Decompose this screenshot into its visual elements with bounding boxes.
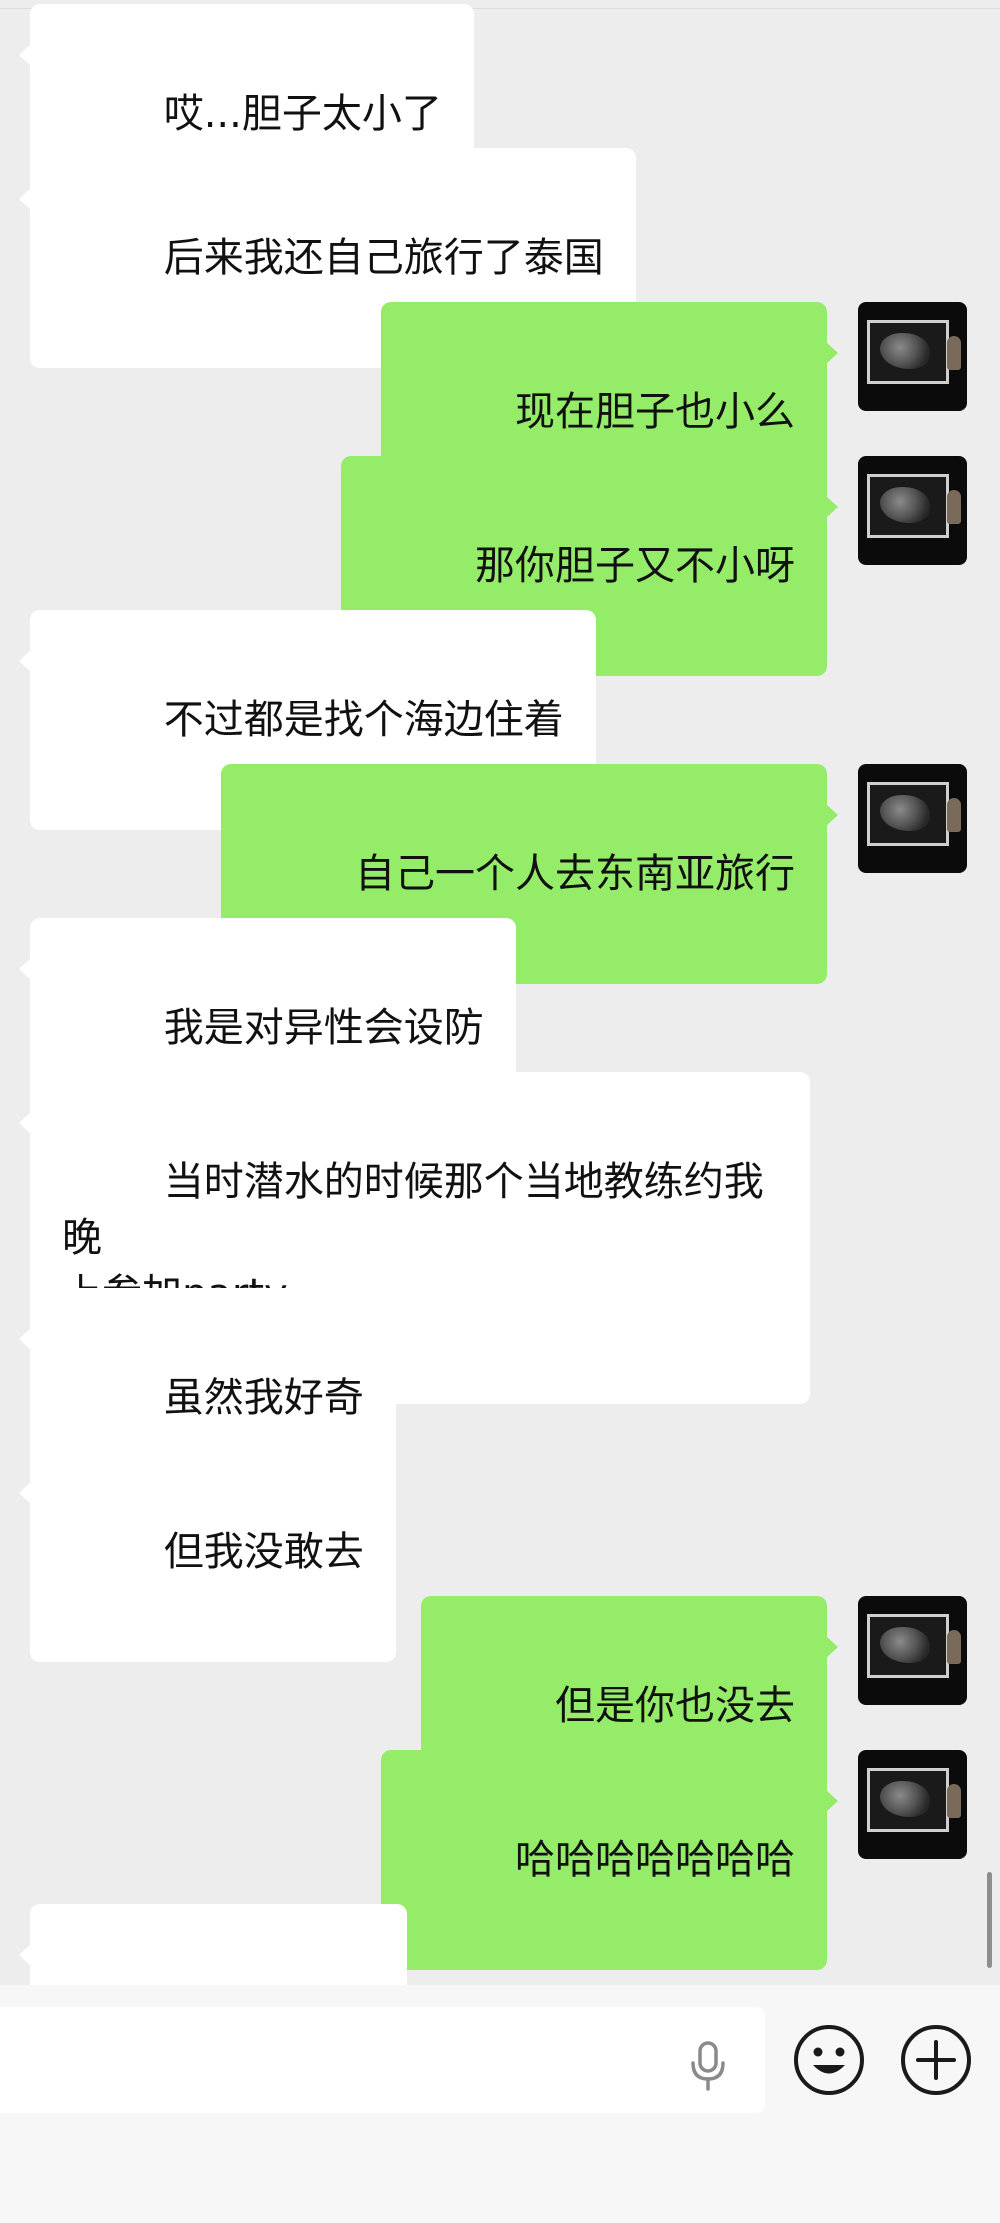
more-functions-button[interactable] <box>898 2022 974 2098</box>
emoji-button[interactable] <box>791 2022 867 2098</box>
user-avatar[interactable] <box>858 302 967 411</box>
message-text: 不过都是找个海边住着 <box>163 697 564 743</box>
received-message-bubble[interactable]: 但我没敢去 <box>19 1442 396 1662</box>
received-message-bubble[interactable]: 😂😂😂😂 <box>19 1904 407 1985</box>
message-list[interactable]: 哎...胆子太小了 后来我还自己旅行了泰国 现在胆子也小么 那你胆子又不小呀 不… <box>0 0 1000 1985</box>
sent-message-bubble[interactable]: 哈哈哈哈哈哈哈 <box>381 1750 838 1970</box>
avatar-figure <box>947 1784 961 1818</box>
avatar-figure <box>947 798 961 832</box>
avatar-picture-frame <box>867 320 949 384</box>
message-text: 现在胆子也小么 <box>515 389 795 435</box>
scrollbar[interactable] <box>987 1872 992 1968</box>
message-text: 后来我还自己旅行了泰国 <box>163 235 604 281</box>
message-text: 哎...胆子太小了 <box>163 91 442 137</box>
input-bar <box>0 1985 1000 2223</box>
avatar-figure <box>947 336 961 370</box>
message-text: 哈哈哈哈哈哈哈 <box>515 1837 795 1883</box>
avatar-figure <box>947 1630 961 1664</box>
user-avatar[interactable] <box>858 1750 967 1859</box>
avatar-picture-frame <box>867 1768 949 1832</box>
user-avatar[interactable] <box>858 1596 967 1705</box>
message-text: 自己一个人去东南亚旅行 <box>355 851 795 897</box>
chat-screen: 哎...胆子太小了 后来我还自己旅行了泰国 现在胆子也小么 那你胆子又不小呀 不… <box>0 0 1000 2223</box>
avatar-picture-frame <box>867 474 949 538</box>
microphone-icon[interactable] <box>682 2040 734 2092</box>
smiley-face-icon <box>794 2025 864 2095</box>
user-avatar[interactable] <box>858 456 967 565</box>
plus-circle-icon <box>901 2025 971 2095</box>
user-avatar[interactable] <box>858 764 967 873</box>
message-input[interactable] <box>0 2007 765 2113</box>
avatar-picture-frame <box>867 782 949 846</box>
message-text: 虽然我好奇 <box>163 1375 364 1421</box>
message-text: 那你胆子又不小呀 <box>475 543 795 589</box>
avatar-picture-frame <box>867 1614 949 1678</box>
message-text: 但我没敢去 <box>163 1529 364 1575</box>
message-text: 但是你也没去 <box>555 1683 795 1729</box>
avatar-figure <box>947 490 961 524</box>
message-text: 我是对异性会设防 <box>163 1005 484 1051</box>
